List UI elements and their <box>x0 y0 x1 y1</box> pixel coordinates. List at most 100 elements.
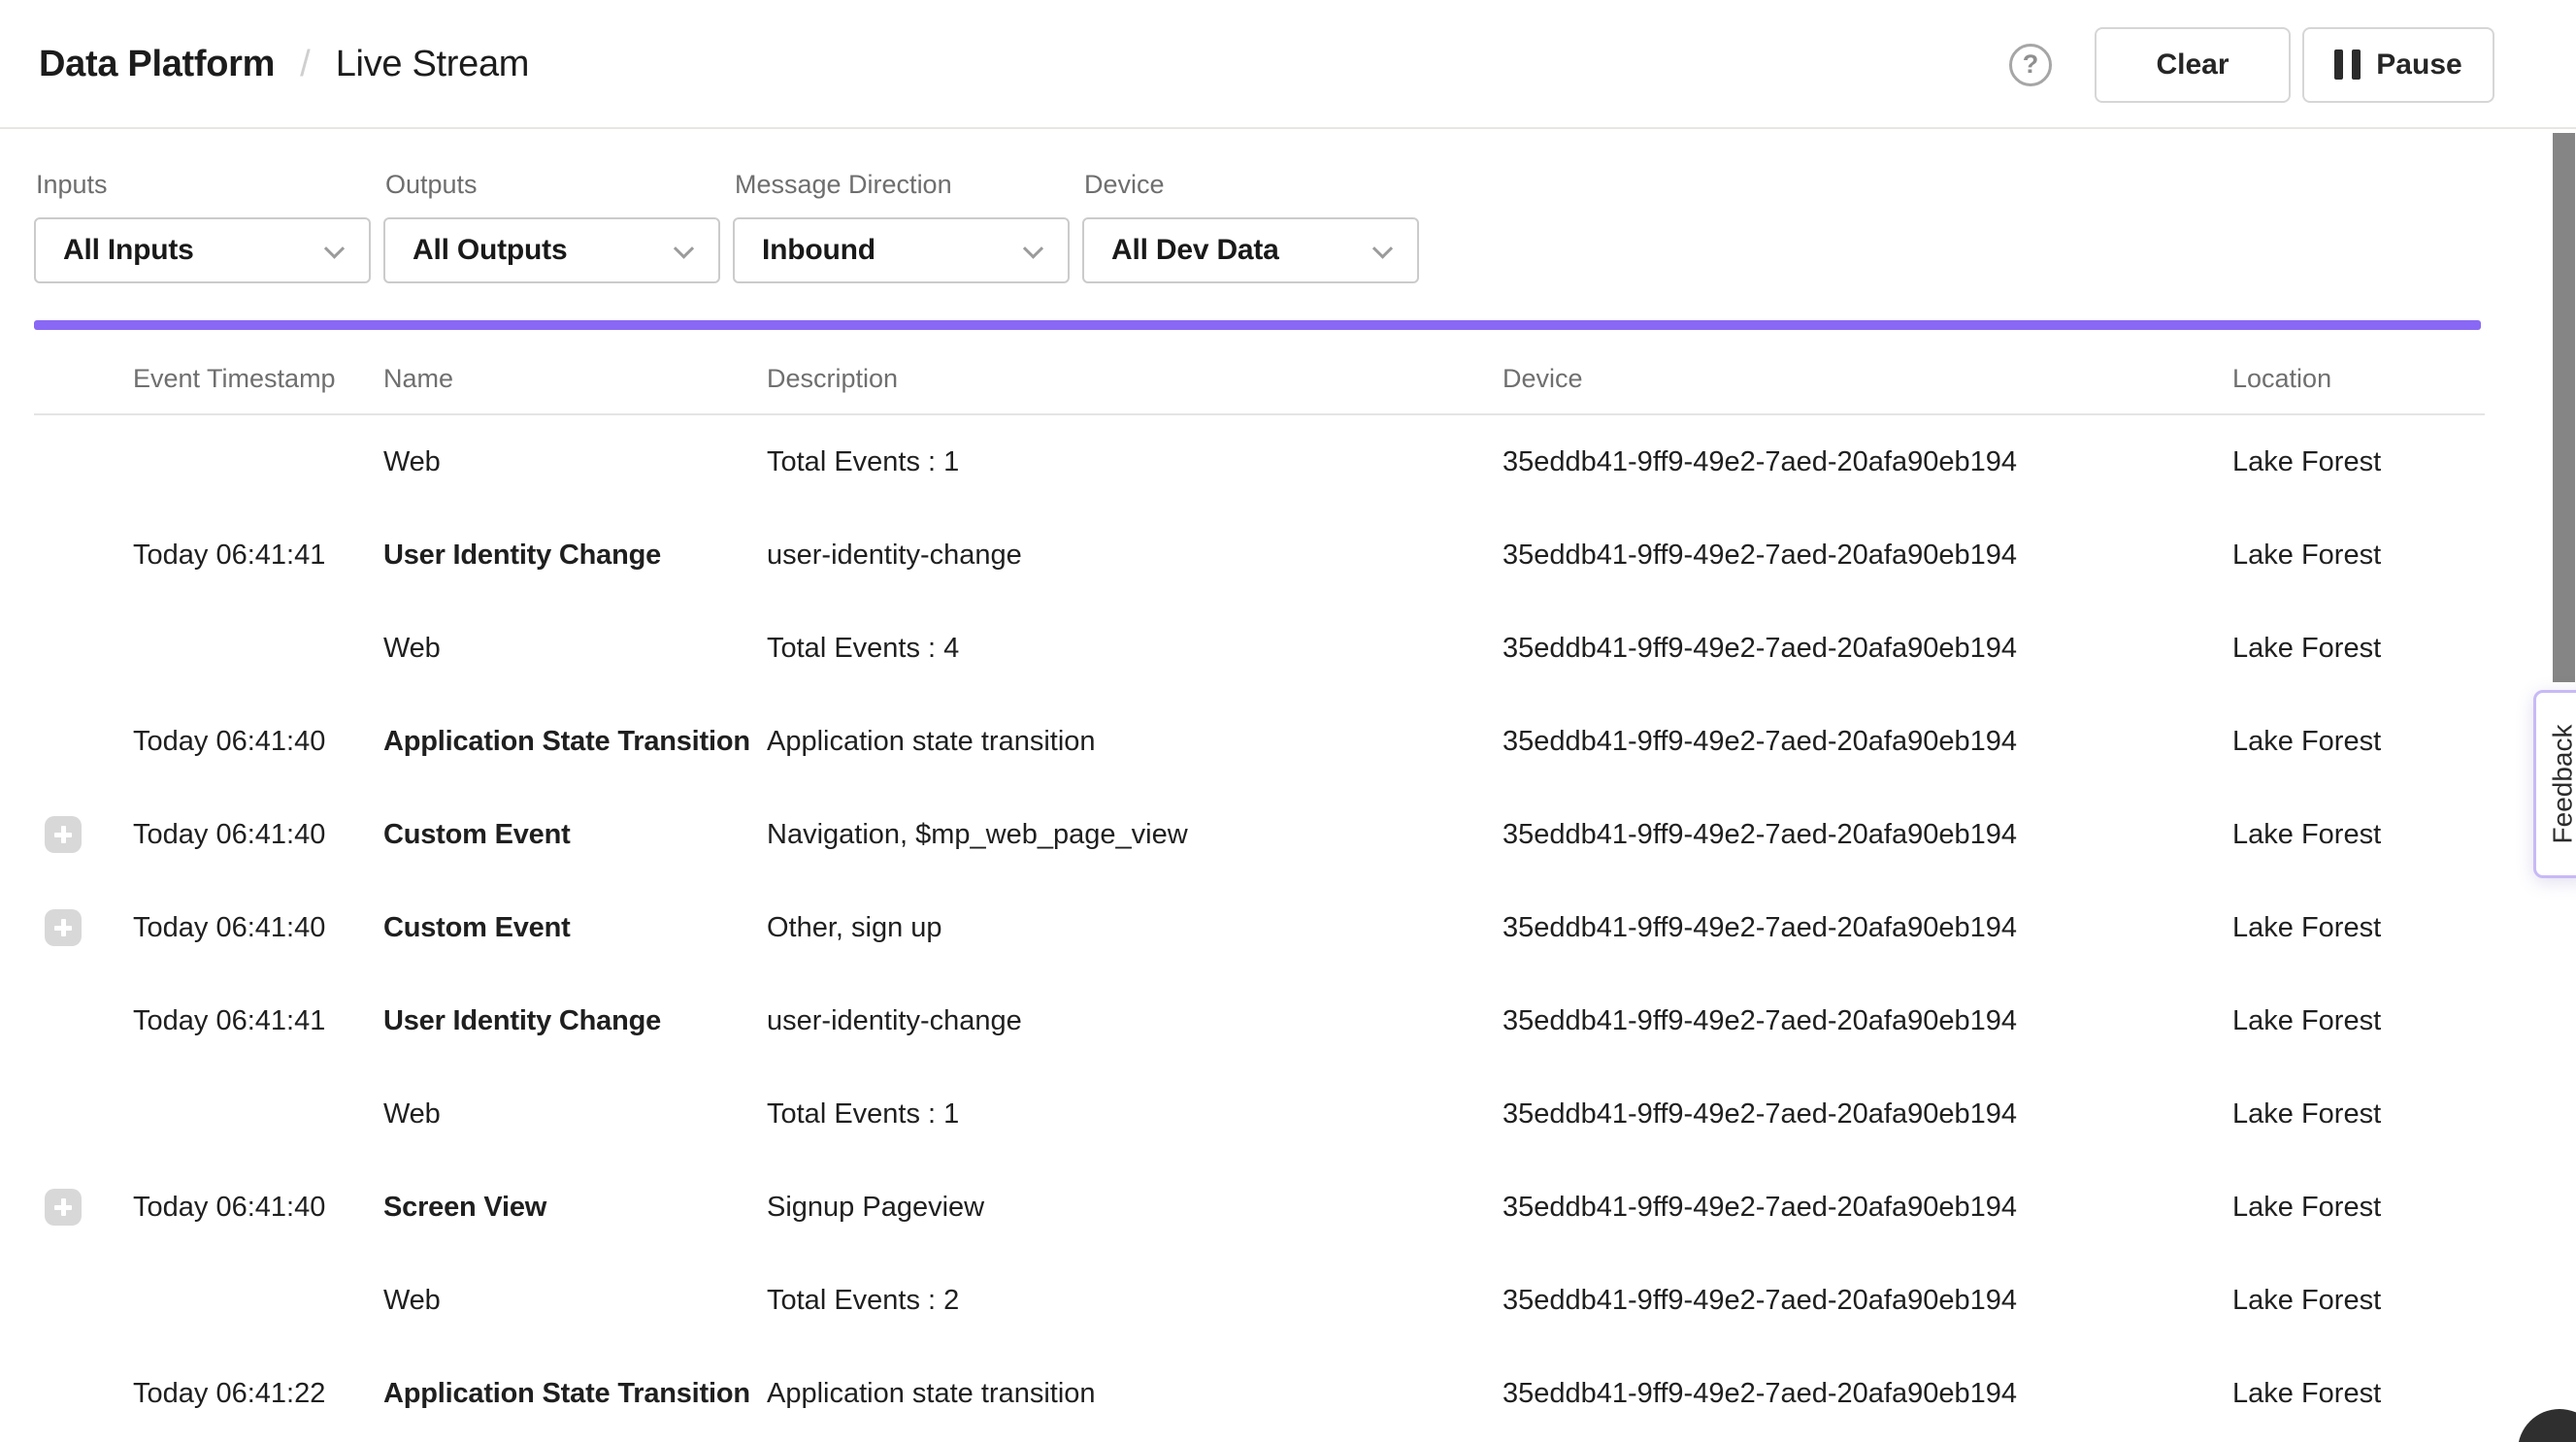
event-description: Total Events : 2 <box>767 1285 1503 1317</box>
event-device-id: 35eddb41-9ff9-49e2-7aed-20afa90eb194 <box>1503 1005 2232 1037</box>
event-location: Lake Forest <box>2232 1378 2533 1410</box>
message-direction-filter-value: Inbound <box>762 234 875 267</box>
event-description: Other, sign up <box>767 912 1503 944</box>
table-row[interactable]: Today 06:41:40 Screen View Signup Pagevi… <box>0 1161 2533 1254</box>
device-filter-select[interactable]: All Dev Data <box>1082 217 1419 283</box>
help-button[interactable]: ? <box>2009 44 2052 86</box>
filter-inputs: Inputs All Inputs <box>34 170 371 283</box>
event-location: Lake Forest <box>2232 912 2533 944</box>
breadcrumb-separator: / <box>300 44 311 85</box>
chevron-down-icon <box>674 239 694 259</box>
chevron-down-icon <box>324 239 345 259</box>
table-row[interactable]: Web Total Events : 2 35eddb41-9ff9-49e2-… <box>0 1254 2533 1347</box>
pause-icon <box>2334 49 2361 80</box>
event-description: user-identity-change <box>767 1005 1503 1037</box>
expand-row-button[interactable] <box>45 816 82 853</box>
event-device-id: 35eddb41-9ff9-49e2-7aed-20afa90eb194 <box>1503 1285 2232 1317</box>
message-direction-filter-select[interactable]: Inbound <box>733 217 1070 283</box>
expand-cell <box>0 443 133 480</box>
table-row[interactable]: Today 06:41:41 User Identity Change user… <box>0 974 2533 1067</box>
vertical-scrollbar-thumb[interactable] <box>2553 133 2575 682</box>
event-name: Application State Transition <box>383 726 767 758</box>
table-row[interactable]: Today 06:41:40 Application State Transit… <box>0 695 2533 788</box>
event-description: Signup Pageview <box>767 1192 1503 1224</box>
device-filter-label: Device <box>1084 170 1419 200</box>
event-device-id: 35eddb41-9ff9-49e2-7aed-20afa90eb194 <box>1503 633 2232 665</box>
app-header: Data Platform / Live Stream ? Clear Paus… <box>0 0 2576 129</box>
event-location: Lake Forest <box>2232 1192 2533 1224</box>
event-name: Web <box>383 446 767 478</box>
outputs-filter-select[interactable]: All Outputs <box>383 217 720 283</box>
event-timestamp: Today 06:41:40 <box>133 726 383 758</box>
event-location: Lake Forest <box>2232 1285 2533 1317</box>
event-location: Lake Forest <box>2232 819 2533 851</box>
event-location: Lake Forest <box>2232 633 2533 665</box>
table-row[interactable]: Today 06:41:41 User Identity Change user… <box>0 508 2533 602</box>
event-timestamp: Today 06:41:40 <box>133 912 383 944</box>
event-device-id: 35eddb41-9ff9-49e2-7aed-20afa90eb194 <box>1503 540 2232 572</box>
chevron-down-icon <box>1372 239 1393 259</box>
event-name: Custom Event <box>383 819 767 851</box>
expand-cell <box>0 537 133 574</box>
page-title: Live Stream <box>336 44 529 85</box>
event-location: Lake Forest <box>2232 1098 2533 1131</box>
table-row[interactable]: Today 06:41:40 Custom Event Navigation, … <box>0 788 2533 881</box>
expand-cell <box>0 723 133 760</box>
outputs-filter-value: All Outputs <box>413 234 567 267</box>
event-device-id: 35eddb41-9ff9-49e2-7aed-20afa90eb194 <box>1503 1378 2232 1410</box>
chevron-down-icon <box>1023 239 1043 259</box>
breadcrumb-section[interactable]: Data Platform <box>39 44 275 85</box>
event-timestamp: Today 06:41:40 <box>133 1192 383 1224</box>
expand-cell <box>0 816 133 853</box>
table-row[interactable]: Today 06:41:22 Application State Transit… <box>0 1347 2533 1440</box>
table-header: Event Timestamp Name Description Device … <box>0 330 2533 415</box>
event-description: Application state transition <box>767 1378 1503 1410</box>
event-timestamp: Today 06:41:40 <box>133 819 383 851</box>
event-location: Lake Forest <box>2232 1005 2533 1037</box>
filter-outputs: Outputs All Outputs <box>383 170 720 283</box>
question-mark-icon: ? <box>2023 49 2039 80</box>
expand-cell <box>0 1189 133 1226</box>
event-timestamp: Today 06:41:41 <box>133 540 383 572</box>
table-row[interactable]: Web Total Events : 1 35eddb41-9ff9-49e2-… <box>0 415 2533 508</box>
event-location: Lake Forest <box>2232 540 2533 572</box>
clear-button-label: Clear <box>2156 49 2229 82</box>
event-location: Lake Forest <box>2232 726 2533 758</box>
expand-row-button[interactable] <box>45 1189 82 1226</box>
event-description: Total Events : 4 <box>767 633 1503 665</box>
header-actions: ? Clear Pause <box>2009 0 2494 129</box>
feedback-tab-label: Feedback <box>2547 725 2576 844</box>
event-description: user-identity-change <box>767 540 1503 572</box>
event-description: Total Events : 1 <box>767 446 1503 478</box>
event-name: Web <box>383 633 767 665</box>
table-row[interactable]: Web Total Events : 1 35eddb41-9ff9-49e2-… <box>0 1067 2533 1161</box>
inputs-filter-select[interactable]: All Inputs <box>34 217 371 283</box>
event-name: User Identity Change <box>383 1005 767 1037</box>
event-name: Web <box>383 1098 767 1131</box>
device-filter-value: All Dev Data <box>1111 234 1279 267</box>
expand-row-button[interactable] <box>45 909 82 946</box>
event-description: Application state transition <box>767 726 1503 758</box>
expand-cell <box>0 1002 133 1039</box>
column-header-location: Location <box>2232 364 2533 394</box>
event-name: User Identity Change <box>383 540 767 572</box>
expand-cell <box>0 909 133 946</box>
column-header-name: Name <box>383 364 767 394</box>
event-description: Total Events : 1 <box>767 1098 1503 1131</box>
outputs-filter-label: Outputs <box>385 170 720 200</box>
pause-button[interactable]: Pause <box>2302 27 2494 103</box>
column-header-device: Device <box>1503 364 2232 394</box>
event-location: Lake Forest <box>2232 446 2533 478</box>
expand-cell <box>0 630 133 667</box>
table-row[interactable]: Today 06:41:40 Custom Event Other, sign … <box>0 881 2533 974</box>
table-row[interactable]: Web Total Events : 4 35eddb41-9ff9-49e2-… <box>0 602 2533 695</box>
event-device-id: 35eddb41-9ff9-49e2-7aed-20afa90eb194 <box>1503 912 2232 944</box>
inputs-filter-value: All Inputs <box>63 234 194 267</box>
event-device-id: 35eddb41-9ff9-49e2-7aed-20afa90eb194 <box>1503 726 2232 758</box>
feedback-tab[interactable]: Feedback <box>2533 690 2576 878</box>
clear-button[interactable]: Clear <box>2095 27 2291 103</box>
event-device-id: 35eddb41-9ff9-49e2-7aed-20afa90eb194 <box>1503 1098 2232 1131</box>
event-table-body: Web Total Events : 1 35eddb41-9ff9-49e2-… <box>0 415 2533 1440</box>
event-timestamp: Today 06:41:22 <box>133 1378 383 1410</box>
event-device-id: 35eddb41-9ff9-49e2-7aed-20afa90eb194 <box>1503 819 2232 851</box>
